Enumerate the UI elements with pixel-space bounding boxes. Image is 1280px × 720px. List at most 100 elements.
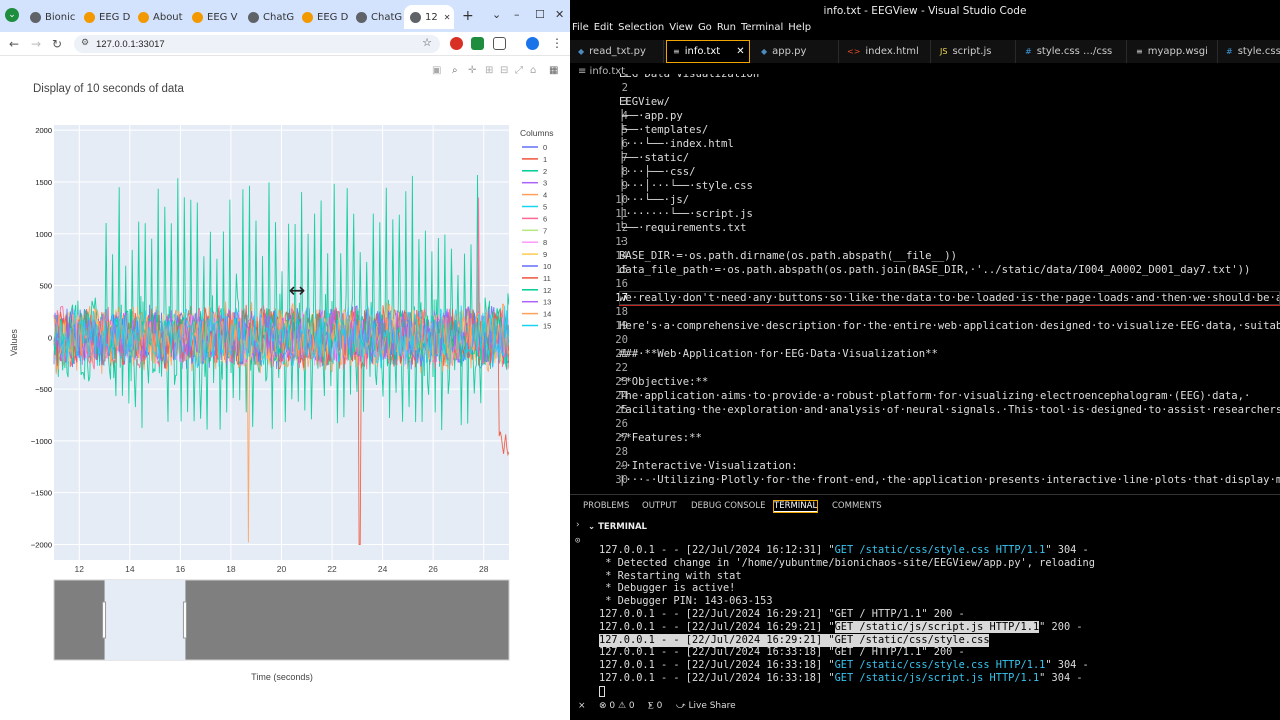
tab-menu-icon[interactable]: ⌄ (492, 8, 501, 21)
browser-tab[interactable]: EEG D (296, 5, 348, 29)
eeg-line-chart[interactable]: 12 14 16 18 20 22 24 26 282000150010005000−500−1… (0, 57, 570, 720)
legend-label[interactable]: 4 (543, 191, 547, 200)
editor-tab[interactable]: <> index.html (841, 40, 931, 63)
maximize-icon[interactable]: ☐ (535, 8, 545, 21)
code-line[interactable]: 23 **Objective:** (570, 375, 1280, 389)
menu-item[interactable]: Run (717, 22, 736, 33)
panel-tab[interactable]: COMMENTS (832, 501, 882, 511)
panel-tab[interactable]: OUTPUT (642, 501, 677, 511)
code-line[interactable]: 6 │···└──·index.html (570, 137, 1280, 151)
panel-tab[interactable]: TERMINAL (772, 500, 819, 513)
browser-tab[interactable]: Bionic (24, 5, 76, 29)
code-line[interactable]: 8 │···├──·css/ (570, 165, 1280, 179)
editor-tab[interactable]: ≡ myapp.wsgi (1130, 40, 1218, 63)
editor-tab[interactable]: # style.css …/css (1019, 40, 1127, 63)
editor-tab[interactable]: ≡ info.txt ✕ (666, 40, 750, 63)
terminal-output[interactable]: 127.0.0.1 - - [22/Jul/2024 16:12:31] "GE… (599, 544, 1279, 697)
browser-tab[interactable]: ChatG (350, 5, 402, 29)
back-arrow-icon[interactable]: ← (9, 36, 19, 52)
editor-tab[interactable]: # style.css (1220, 40, 1280, 63)
remote-indicator-icon[interactable]: ⨯ (578, 701, 586, 711)
browser-tab[interactable]: ChatG (242, 5, 294, 29)
legend-label[interactable]: 11 (543, 274, 551, 283)
profile-avatar-icon[interactable] (526, 37, 539, 50)
browser-menu-icon[interactable]: ⋮ (551, 36, 563, 50)
editor-tab[interactable]: JS script.js (934, 40, 1016, 63)
code-line[interactable]: 9 │···│···└──·style.css (570, 179, 1280, 193)
code-line[interactable]: 1 EEG·Data·Visualization (570, 74, 1280, 81)
range-slider-left-handle[interactable] (102, 601, 107, 639)
code-line[interactable]: 15 data_file_path·=·os.path.abspath(os.pa… (570, 263, 1280, 277)
legend-label[interactable]: 14 (543, 310, 551, 319)
code-line[interactable]: 12 └──·requirements.txt (570, 221, 1280, 235)
extension-green-icon[interactable] (471, 37, 484, 50)
menu-item[interactable]: File (572, 22, 589, 33)
code-line[interactable]: 27 **Features:** (570, 431, 1280, 445)
legend-label[interactable]: 13 (543, 298, 551, 307)
legend-label[interactable]: 2 (543, 167, 547, 176)
menu-item[interactable]: Go (698, 22, 712, 33)
range-slider-right-handle[interactable] (182, 601, 187, 639)
minimize-icon[interactable]: – (514, 8, 520, 21)
legend-label[interactable]: 5 (543, 203, 547, 212)
legend-label[interactable]: 7 (543, 226, 547, 235)
code-line[interactable]: 2 (570, 81, 1280, 95)
url-input[interactable]: ⚙ 127.0.0.1:33017 ☆ (74, 35, 440, 53)
close-tab-icon[interactable]: ✕ (736, 46, 744, 57)
menu-item[interactable]: Help (788, 22, 811, 33)
code-line[interactable]: 22 (570, 361, 1280, 375)
code-line[interactable]: 13 · (570, 235, 1280, 249)
new-tab-button[interactable]: + (462, 8, 474, 24)
ports-status[interactable]: ⨊ 0 (648, 701, 662, 711)
close-tab-icon[interactable]: ✕ (444, 13, 451, 22)
legend-label[interactable]: 6 (543, 214, 547, 223)
browser-tab[interactable]: EEG V (186, 5, 238, 29)
problems-status[interactable]: ⊗ 0 ⚠ 0 (599, 701, 635, 711)
code-line[interactable]: 11 │·······└──·script.js (570, 207, 1280, 221)
terminal-debug-icon[interactable]: ⊙ (575, 536, 580, 546)
browser-tab[interactable]: EEG D (78, 5, 130, 29)
legend-label[interactable]: 1 (543, 155, 547, 164)
code-line[interactable]: 19 Here's·a·comprehensive·description·for… (570, 319, 1280, 333)
menu-item[interactable]: Selection (618, 22, 664, 33)
code-line[interactable]: 25 facilitating·the·exploration·and·analy… (570, 403, 1280, 417)
code-line[interactable]: 3 EEGView/ (570, 95, 1280, 109)
menu-item[interactable]: Edit (594, 22, 613, 33)
code-line[interactable]: 28 (570, 445, 1280, 459)
legend-label[interactable]: 0 (543, 143, 547, 152)
terminal-section-title[interactable]: ⌄ TERMINAL (588, 522, 647, 532)
code-editor[interactable]: 1 EEG·Data·Visualization 2 3 EEGView/4 ├──·ap… (570, 74, 1280, 494)
extensions-puzzle-icon[interactable] (493, 37, 506, 50)
menu-item[interactable]: Terminal (741, 22, 783, 33)
panel-tab[interactable]: DEBUG CONSOLE (691, 501, 765, 511)
code-line[interactable]: 5 ├──·templates/ (570, 123, 1280, 137)
legend-label[interactable]: 12 (543, 286, 551, 295)
tab-search-icon[interactable]: ⌄ (5, 8, 19, 22)
close-window-icon[interactable]: ✕ (555, 8, 564, 21)
code-line[interactable]: 18 (570, 305, 1280, 319)
bookmark-star-icon[interactable]: ☆ (422, 36, 432, 49)
editor-tab[interactable]: ◆ read_txt.py (572, 40, 664, 63)
browser-tab[interactable]: 12 ✕ (404, 5, 454, 29)
code-line[interactable]: 10 │···└──·js/ (570, 193, 1280, 207)
code-line[interactable]: 29 -·Interactive·Visualization: (570, 459, 1280, 473)
terminal-expand-icon[interactable]: › (575, 520, 580, 530)
extension-red-icon[interactable] (450, 37, 463, 50)
code-line[interactable]: 30 |···-·Utilizing·Plotly·for·the·front-e… (570, 473, 1280, 487)
panel-tab[interactable]: PROBLEMS (583, 501, 629, 511)
site-info-icon[interactable]: ⚙ (81, 37, 89, 48)
reload-icon[interactable]: ↻ (52, 36, 62, 52)
live-share-button[interactable]: ⤻ Live Share (676, 701, 736, 711)
code-line[interactable]: 16 (570, 277, 1280, 291)
code-line[interactable]: 24 The·application·aims·to·provide·a·robu… (570, 389, 1280, 403)
code-line[interactable]: 14 BASE_DIR·=·os.path.dirname(os.path.abs… (570, 249, 1280, 263)
forward-arrow-icon[interactable]: → (31, 36, 41, 52)
legend-label[interactable]: 9 (543, 250, 547, 259)
code-line[interactable]: 20 (570, 333, 1280, 347)
legend-label[interactable]: 8 (543, 238, 547, 247)
browser-tab[interactable]: About (132, 5, 184, 29)
code-line[interactable]: 21 ###·**Web·Application·for·EEG·Data·Vis… (570, 347, 1280, 361)
legend-label[interactable]: 15 (543, 322, 551, 331)
legend-label[interactable]: 3 (543, 179, 547, 188)
menu-item[interactable]: View (669, 22, 693, 33)
